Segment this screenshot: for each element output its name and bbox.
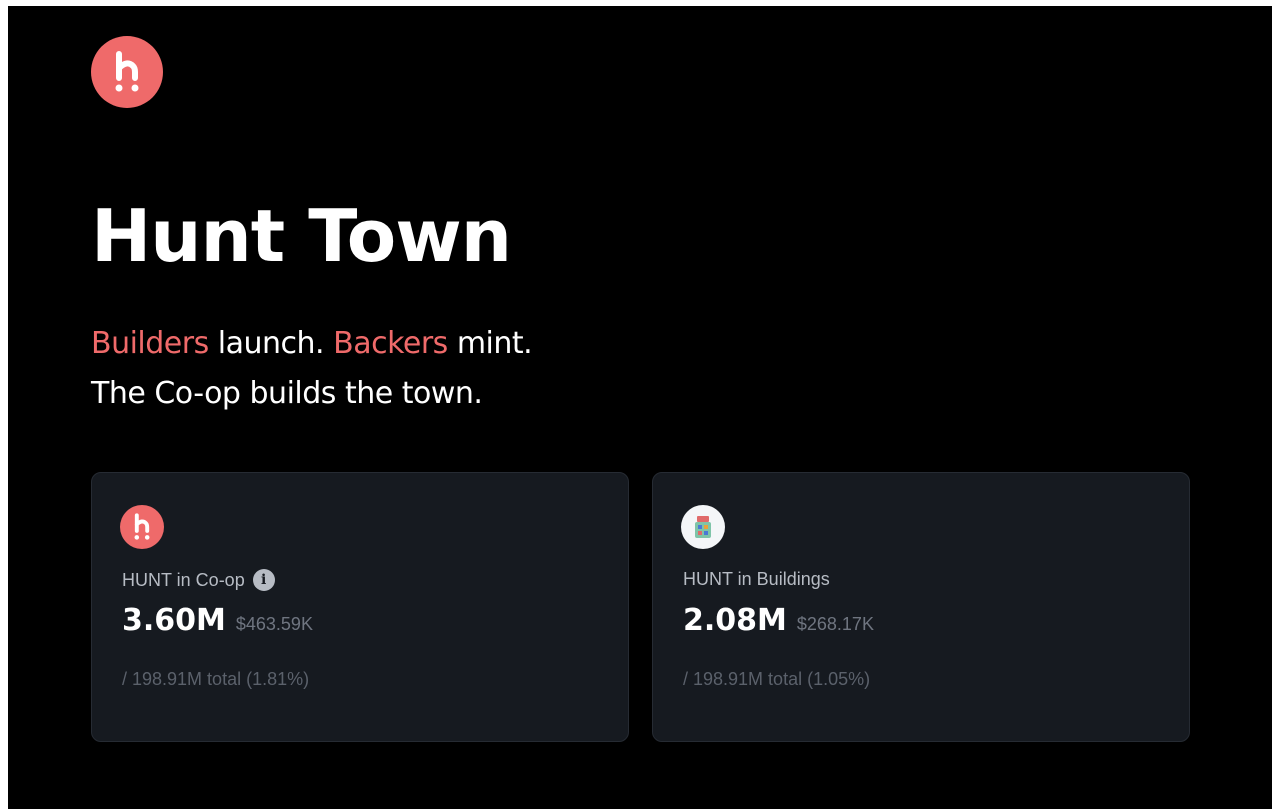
tagline-mint: mint.: [447, 326, 533, 361]
buildings-label-text: HUNT in Buildings: [683, 569, 830, 589]
buildings-stat-card: HUNT in Buildings 2.08M $268.17K / 198.9…: [652, 472, 1190, 742]
page-frame: Hunt Town Builders launch. Backers mint.…: [8, 6, 1272, 809]
coop-label-text: HUNT in Co-op: [122, 569, 245, 590]
buildings-amount: 2.08M: [683, 603, 787, 638]
buildings-total: / 198.91M total (1.05%): [683, 669, 871, 689]
page-title: Hunt Town: [91, 194, 512, 278]
hunt-logo-icon[interactable]: [91, 36, 163, 108]
buildings-usd-value: $268.17K: [796, 614, 874, 634]
hunt-token-icon: [120, 505, 164, 549]
tagline-line-2: The Co-op builds the town.: [91, 376, 483, 411]
coop-label: HUNT in Co-op i: [122, 569, 275, 591]
coop-total: / 198.91M total (1.81%): [122, 669, 310, 689]
coop-stat-card: HUNT in Co-op i 3.60M $463.59K / 198.91M…: [91, 472, 629, 742]
coop-usd-value: $463.59K: [235, 614, 313, 634]
tagline-launch: launch.: [208, 326, 334, 361]
buildings-value: 2.08M $268.17K: [683, 603, 874, 638]
tagline-builders: Builders: [91, 326, 209, 361]
coop-amount: 3.60M: [122, 603, 226, 638]
coop-value: 3.60M $463.59K: [122, 603, 313, 638]
tagline-line-1: Builders launch. Backers mint.: [91, 319, 533, 369]
info-icon[interactable]: i: [252, 569, 275, 591]
building-icon: [681, 505, 725, 549]
buildings-label: HUNT in Buildings: [683, 569, 830, 590]
tagline-backers: Backers: [333, 326, 448, 361]
tagline: Builders launch. Backers mint. The Co-op…: [91, 319, 533, 419]
